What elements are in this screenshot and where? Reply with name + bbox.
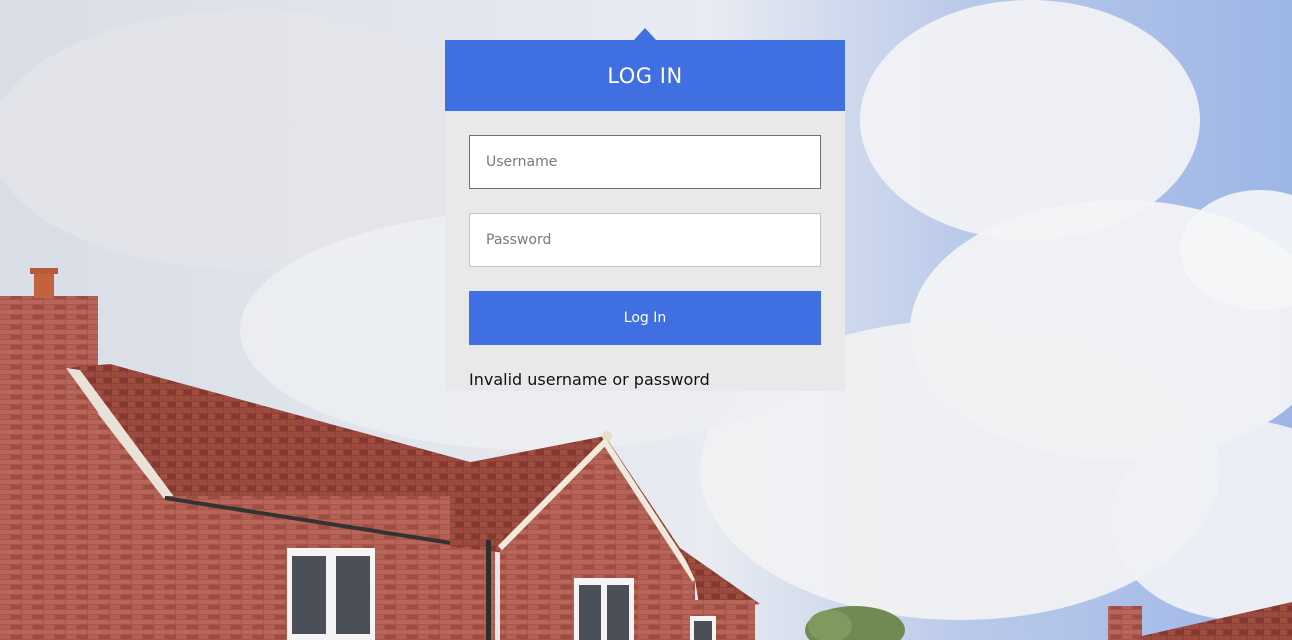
password-input[interactable] (469, 213, 821, 267)
login-title: LOG IN (607, 63, 683, 88)
login-header: LOG IN (445, 40, 845, 111)
panel-pointer-arrow (634, 28, 656, 40)
login-form: Log In Invalid username or password (445, 111, 845, 391)
username-input[interactable] (469, 135, 821, 189)
login-panel: LOG IN Log In Invalid username or passwo… (445, 28, 845, 391)
login-button[interactable]: Log In (469, 291, 821, 345)
error-message: Invalid username or password (469, 370, 710, 389)
